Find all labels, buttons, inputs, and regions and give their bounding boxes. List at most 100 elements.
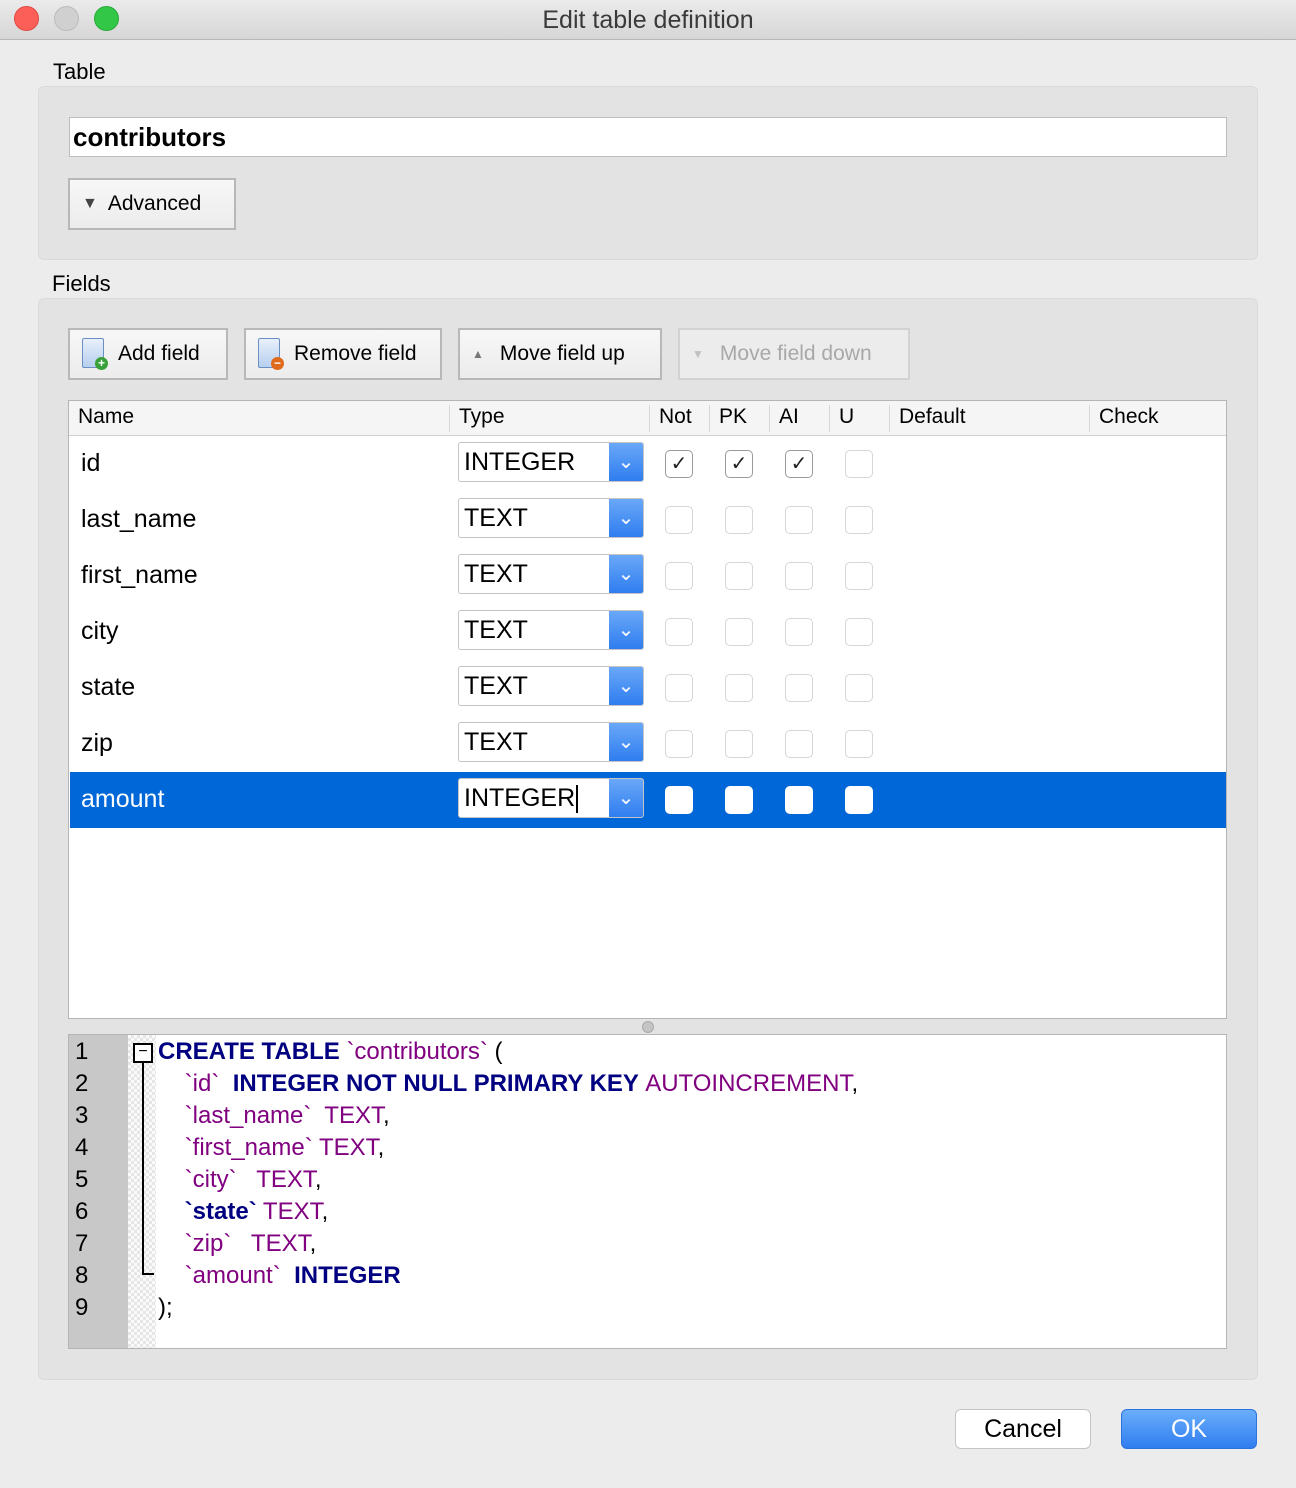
checkbox-pk[interactable] bbox=[725, 674, 753, 702]
chevron-down-icon[interactable]: ⌄ bbox=[609, 723, 643, 761]
table-row[interactable]: city TEXT ⌄ bbox=[70, 604, 1226, 660]
checkbox-u[interactable] bbox=[845, 786, 873, 814]
type-combobox[interactable]: TEXT ⌄ bbox=[458, 554, 644, 594]
checkbox-pk[interactable] bbox=[725, 730, 753, 758]
column-header-type[interactable]: Type bbox=[449, 405, 505, 432]
checkbox-pk[interactable] bbox=[725, 506, 753, 534]
splitter-handle[interactable] bbox=[642, 1021, 654, 1033]
chevron-down-icon[interactable]: ⌄ bbox=[609, 611, 643, 649]
sql-editor[interactable]: − 1 CREATE TABLE `contributors` (2 `id` I… bbox=[68, 1034, 1227, 1349]
title-bar: Edit table definition bbox=[0, 0, 1296, 40]
add-file-icon: + bbox=[82, 338, 108, 370]
chevron-down-icon[interactable]: ⌄ bbox=[609, 499, 643, 537]
type-value[interactable]: TEXT bbox=[464, 672, 528, 701]
field-name[interactable]: zip bbox=[81, 729, 113, 758]
checkbox-not[interactable] bbox=[665, 562, 693, 590]
checkbox-pk[interactable]: ✓ bbox=[725, 450, 753, 478]
type-value[interactable]: INTEGER bbox=[464, 448, 575, 477]
table-name-input[interactable] bbox=[69, 117, 1227, 157]
type-value[interactable]: TEXT bbox=[464, 504, 528, 533]
column-header-default[interactable]: Default bbox=[889, 405, 966, 432]
table-row[interactable]: state TEXT ⌄ bbox=[70, 660, 1226, 716]
checkbox-not[interactable]: ✓ bbox=[665, 450, 693, 478]
checkbox-ai[interactable] bbox=[785, 618, 813, 646]
code-token: , bbox=[851, 1070, 859, 1097]
line-number: 1 bbox=[75, 1038, 89, 1065]
type-combobox[interactable]: TEXT ⌄ bbox=[458, 610, 644, 650]
move-field-down-button[interactable]: ▼ Move field down bbox=[678, 328, 910, 380]
advanced-button[interactable]: ▼ Advanced bbox=[68, 178, 236, 230]
checkbox-not[interactable] bbox=[665, 786, 693, 814]
code-token: `city` bbox=[184, 1166, 237, 1193]
type-value[interactable]: INTEGER bbox=[464, 784, 579, 814]
chevron-down-icon[interactable]: ⌄ bbox=[609, 555, 643, 593]
code-token: , bbox=[377, 1134, 385, 1161]
type-combobox[interactable]: TEXT ⌄ bbox=[458, 498, 644, 538]
checkbox-u[interactable] bbox=[845, 730, 873, 758]
checkbox-pk[interactable] bbox=[725, 562, 753, 590]
column-header-name[interactable]: Name bbox=[69, 405, 134, 432]
column-header-pk[interactable]: PK bbox=[709, 405, 747, 432]
chevron-down-icon[interactable]: ⌄ bbox=[609, 779, 643, 817]
checkbox-u[interactable] bbox=[845, 450, 873, 478]
checkbox-ai[interactable] bbox=[785, 506, 813, 534]
checkbox-u[interactable] bbox=[845, 674, 873, 702]
type-combobox[interactable]: TEXT ⌄ bbox=[458, 722, 644, 762]
chevron-down-icon[interactable]: ⌄ bbox=[609, 667, 643, 705]
cancel-button[interactable]: Cancel bbox=[955, 1409, 1091, 1449]
code-token: `last_name` bbox=[184, 1102, 312, 1129]
checkbox-u[interactable] bbox=[845, 506, 873, 534]
checkbox-not[interactable] bbox=[665, 506, 693, 534]
code-token: ( bbox=[487, 1038, 503, 1065]
type-combobox[interactable]: INTEGER ⌄ bbox=[458, 442, 644, 482]
checkbox-u[interactable] bbox=[845, 562, 873, 590]
checkbox-not[interactable] bbox=[665, 730, 693, 758]
field-name[interactable]: id bbox=[81, 449, 100, 478]
fold-minus-icon[interactable]: − bbox=[133, 1043, 153, 1063]
type-combobox[interactable]: INTEGER ⌄ bbox=[458, 778, 644, 818]
type-value[interactable]: TEXT bbox=[464, 560, 528, 589]
field-name[interactable]: first_name bbox=[81, 561, 198, 590]
triangle-down-icon: ▼ bbox=[82, 195, 98, 212]
ok-button[interactable]: OK bbox=[1121, 1409, 1257, 1449]
table-row[interactable]: last_name TEXT ⌄ bbox=[70, 492, 1226, 548]
table-row[interactable]: id INTEGER ⌄ ✓ ✓ ✓ bbox=[70, 436, 1226, 492]
type-value[interactable]: TEXT bbox=[464, 616, 528, 645]
checkbox-ai[interactable]: ✓ bbox=[785, 450, 813, 478]
checkbox-not[interactable] bbox=[665, 618, 693, 646]
chevron-down-icon[interactable]: ⌄ bbox=[609, 443, 643, 481]
code-line: `state` TEXT, bbox=[158, 1196, 329, 1228]
field-name[interactable]: last_name bbox=[81, 505, 196, 534]
field-name[interactable]: city bbox=[81, 617, 119, 646]
checkbox-pk[interactable] bbox=[725, 618, 753, 646]
code-token: `amount` bbox=[184, 1262, 281, 1289]
code-token: TEXT bbox=[318, 1134, 378, 1161]
table-row[interactable]: first_name TEXT ⌄ bbox=[70, 548, 1226, 604]
column-header-not[interactable]: Not bbox=[649, 405, 692, 432]
add-field-button[interactable]: + Add field bbox=[68, 328, 228, 380]
checkbox-ai[interactable] bbox=[785, 730, 813, 758]
checkbox-ai[interactable] bbox=[785, 562, 813, 590]
triangle-down-icon: ▼ bbox=[692, 347, 704, 361]
table-row[interactable]: amount INTEGER ⌄ bbox=[70, 772, 1226, 828]
checkbox-not[interactable] bbox=[665, 674, 693, 702]
field-name[interactable]: state bbox=[81, 673, 135, 702]
code-token: AUTOINCREMENT bbox=[645, 1070, 852, 1097]
column-header-check[interactable]: Check bbox=[1089, 405, 1159, 432]
checkbox-ai[interactable] bbox=[785, 674, 813, 702]
checkbox-ai[interactable] bbox=[785, 786, 813, 814]
text-cursor bbox=[576, 785, 579, 814]
column-header-ai[interactable]: AI bbox=[769, 405, 799, 432]
checkbox-pk[interactable] bbox=[725, 786, 753, 814]
table-row[interactable]: zip TEXT ⌄ bbox=[70, 716, 1226, 772]
move-field-up-button[interactable]: ▲ Move field up bbox=[458, 328, 662, 380]
column-header-u[interactable]: U bbox=[829, 405, 854, 432]
type-value[interactable]: TEXT bbox=[464, 728, 528, 757]
remove-field-button[interactable]: − Remove field bbox=[244, 328, 442, 380]
checkbox-u[interactable] bbox=[845, 618, 873, 646]
type-combobox[interactable]: TEXT ⌄ bbox=[458, 666, 644, 706]
field-name[interactable]: amount bbox=[81, 785, 164, 814]
